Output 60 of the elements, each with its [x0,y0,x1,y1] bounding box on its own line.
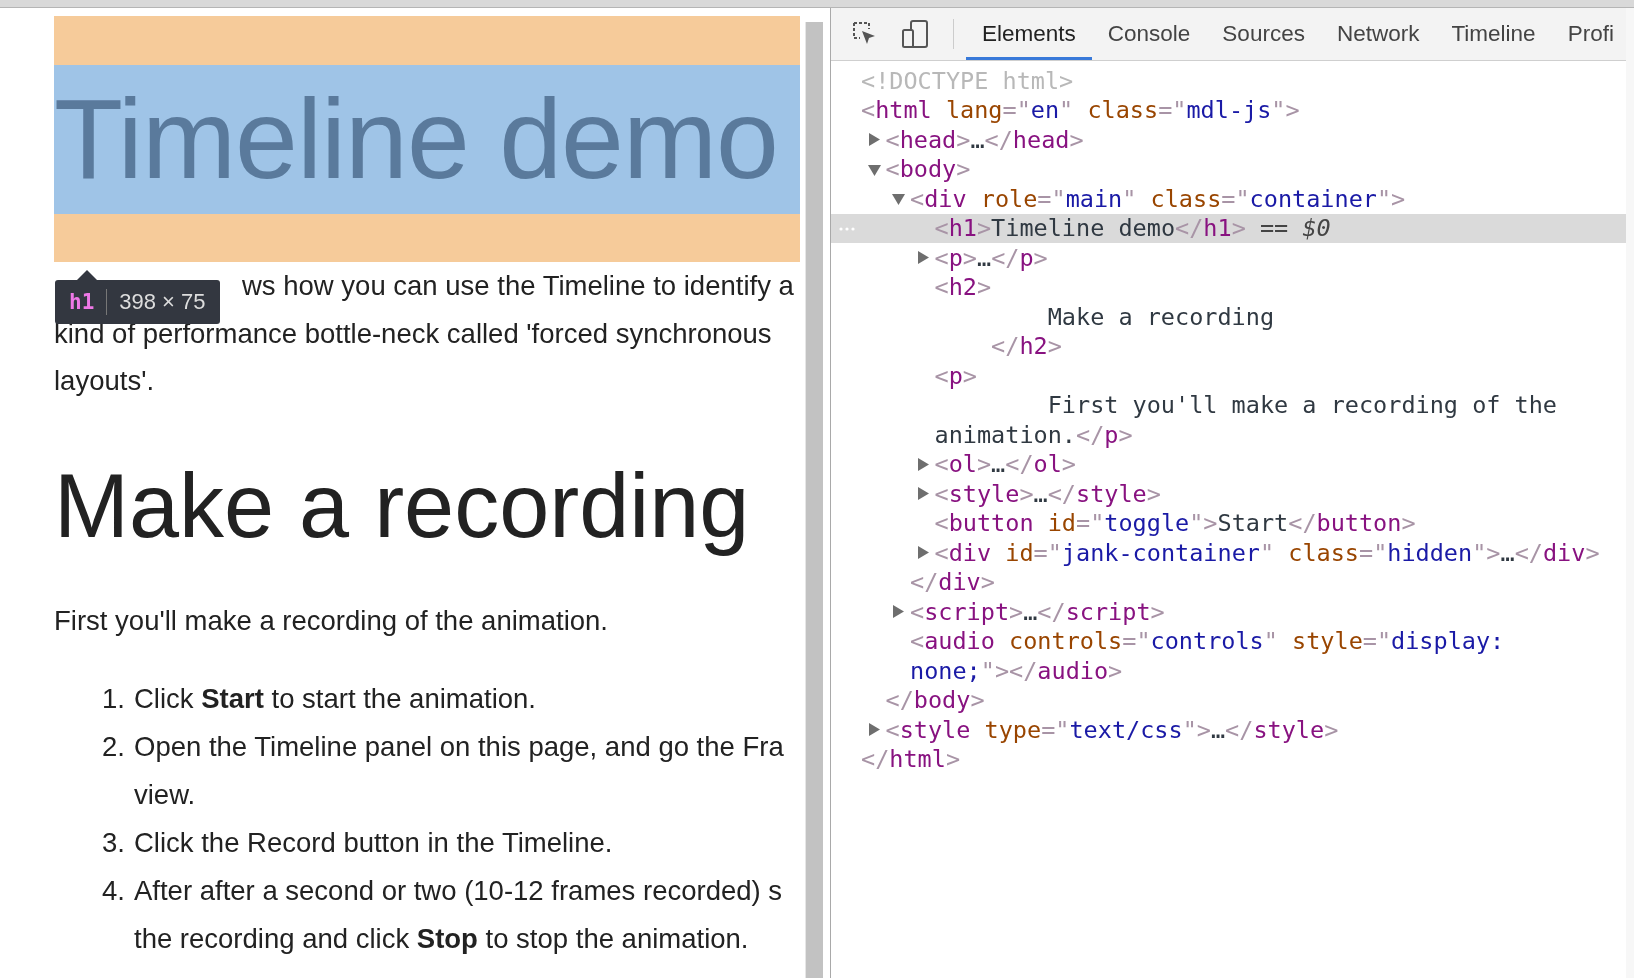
step-text: After after a second or two (10-12 frames recorded) s [134,874,783,908]
scrollbar[interactable] [805,22,823,978]
code-line: </h2> [990,332,1062,361]
expand-arrow-icon[interactable] [916,457,930,471]
code-line: </html> [861,745,961,774]
step-number: 2. [101,730,125,764]
code-line: </body> [885,686,985,715]
expand-arrow-icon[interactable] [916,487,930,501]
step-text: view. [134,778,196,812]
code-line: <style>…</style> [934,479,1161,508]
paragraph-line: ws how you can use the Timeline to identify a [242,269,794,303]
code-line: Make a recording [1046,302,1275,331]
code-line: none;"></audio> [910,656,1123,685]
expand-arrow-icon[interactable] [916,546,930,560]
paragraph-line: kind of performance bottle-neck called 'forced synchronous [54,316,772,351]
collapse-arrow-icon[interactable] [867,162,881,176]
collapse-arrow-icon[interactable] [892,192,905,206]
expand-arrow-icon[interactable] [916,251,930,265]
code-line: <body> [885,155,971,184]
step-text: Click the Record button in the Timeline. [134,826,613,860]
device-icon[interactable] [901,19,931,49]
step-text: Click Start to start the animation. [134,682,536,716]
code-line: <h2> [934,273,992,302]
code-line: <button id="toggle">Start</button> [934,509,1416,538]
code-line: <!DOCTYPE html> [861,66,1074,95]
panel-tab[interactable]: Console [1091,8,1207,60]
paragraph: First you'll make a recording of the animation. [54,603,609,638]
expand-arrow-icon[interactable] [867,723,881,737]
code-line: </div> [910,568,995,597]
code-line: First you'll make a recording of the [1046,391,1558,420]
tag-label: h1 [69,290,95,314]
step-number: 4. [101,874,125,908]
step-text: the recording and click Stop to stop the animation. [134,922,749,956]
code-line: <head>…</head> [885,125,1084,154]
page-heading: Timeline demo [54,65,800,214]
code-line: <style type="text/css">…</style> [885,715,1339,744]
selected-row[interactable]: <h1>Timeline demo</h1> == $0 [831,213,1626,243]
code-line: animation.</p> [934,420,1133,449]
section-heading: Make a recording [54,455,751,556]
size-label: 398 × 75 [119,289,206,315]
code-line: <p> [934,361,977,390]
code-line: <h1>Timeline demo</h1> == $0 [934,214,1331,243]
step-text: Open the Timeline panel on this page, and go the Fra [134,730,784,764]
code-line: <div id="jank-container" class="hidden">…</div> [934,538,1600,567]
code-line: <ol>…</ol> [934,450,1076,479]
step-number: 3. [101,826,125,860]
code-line: <script>…</script> [910,597,1165,626]
panel-tab[interactable]: Profi [1551,8,1626,60]
step-number: 1. [101,682,125,716]
expand-arrow-icon[interactable] [867,133,881,147]
panel-tab[interactable]: Elements [966,8,1092,60]
panel-tab[interactable]: Sources [1206,8,1321,60]
expand-arrow-icon[interactable] [892,605,905,619]
code-line: <div role="main" class="container"> [910,184,1406,213]
paragraph-line: layouts'. [54,364,155,398]
panel-tab[interactable]: Network [1320,8,1436,60]
panel-tab[interactable]: Timeline [1435,8,1552,60]
code-line: <p>…</p> [934,243,1048,272]
code-line: <audio controls="controls" style="display: [910,627,1505,656]
code-line: <html lang="en" class="mdl-js"> [861,96,1300,125]
